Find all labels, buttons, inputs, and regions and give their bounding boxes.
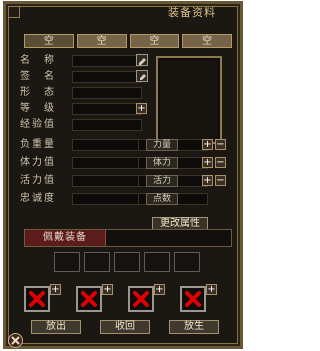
- label-load: 负重量: [20, 139, 56, 150]
- skill-slot-1: +: [24, 284, 61, 312]
- free-button[interactable]: 放生: [169, 320, 219, 334]
- skill-plus-button-3[interactable]: +: [154, 284, 165, 295]
- level-plus-button[interactable]: +: [136, 103, 147, 114]
- equip-slot-2[interactable]: [84, 252, 110, 272]
- skill-plus-button-4[interactable]: +: [206, 284, 217, 295]
- x-icon[interactable]: [76, 286, 102, 312]
- equip-slot-4[interactable]: [144, 252, 170, 272]
- pet-info-panel: 装备资料 空 空 空 空 名 称 签 名 形 态 等 级 + 经验值 负重量 力…: [3, 1, 243, 349]
- equip-slot-5[interactable]: [174, 252, 200, 272]
- pet-portrait-frame: [156, 56, 222, 144]
- recall-button[interactable]: 收回: [100, 320, 150, 334]
- close-icon[interactable]: [8, 333, 23, 348]
- pencil-icon[interactable]: [136, 54, 148, 66]
- skill-plus-button-2[interactable]: +: [102, 284, 113, 295]
- equip-bar: 佩戴装备: [24, 229, 232, 247]
- row-load: 负重量 力量 + −: [20, 138, 226, 152]
- strength-plus-button[interactable]: +: [202, 139, 213, 150]
- label-name: 名 称: [20, 55, 56, 66]
- strength-minus-button[interactable]: −: [215, 139, 226, 150]
- label-level: 等 级: [20, 103, 56, 114]
- release-button[interactable]: 放出: [31, 320, 81, 334]
- equip-tab[interactable]: 佩戴装备: [25, 230, 106, 246]
- skill-slot-2: +: [76, 284, 113, 312]
- exp-field: [72, 119, 142, 131]
- label-stamina: 体力值: [20, 157, 56, 168]
- tab-1[interactable]: 空: [24, 34, 74, 48]
- load-field: [72, 139, 142, 151]
- form-field: [72, 87, 142, 99]
- tabs: 空 空 空 空: [24, 34, 232, 48]
- label-loyalty: 忠诚度: [20, 193, 56, 204]
- x-icon[interactable]: [128, 286, 154, 312]
- x-icon[interactable]: [24, 286, 50, 312]
- signature-field: [72, 71, 142, 83]
- skill-plus-button-1[interactable]: +: [50, 284, 61, 295]
- vitality-minus-button[interactable]: −: [215, 175, 226, 186]
- name-field: [72, 55, 142, 67]
- level-field: [72, 103, 142, 115]
- row-stamina: 体力值 体力 + −: [20, 156, 226, 170]
- label-signature: 签 名: [20, 71, 56, 82]
- row-vitality: 活力值 活力 + −: [20, 174, 226, 188]
- points-chip: 点数: [146, 193, 178, 205]
- strength-chip: 力量: [146, 139, 178, 151]
- window-title: 装备资料: [168, 6, 216, 19]
- label-vitality: 活力值: [20, 175, 56, 186]
- tab-4[interactable]: 空: [182, 34, 232, 48]
- vitality-field: [72, 175, 142, 187]
- equip-slot-1[interactable]: [54, 252, 80, 272]
- vitality-chip: 活力: [146, 175, 178, 187]
- label-form: 形 态: [20, 87, 56, 98]
- top-left-ornament-icon: [8, 6, 20, 18]
- row-loyalty: 忠诚度 点数: [20, 192, 220, 206]
- label-exp: 经验值: [20, 119, 56, 130]
- skill-slot-4: +: [180, 284, 217, 312]
- edit-icon[interactable]: [136, 70, 148, 82]
- vitality-plus-button[interactable]: +: [202, 175, 213, 186]
- stamina-chip: 体力: [146, 157, 178, 169]
- equip-slot-3[interactable]: [114, 252, 140, 272]
- skill-slot-3: +: [128, 284, 165, 312]
- x-icon[interactable]: [180, 286, 206, 312]
- tab-2[interactable]: 空: [76, 34, 127, 48]
- stamina-field: [72, 157, 142, 169]
- stamina-minus-button[interactable]: −: [215, 157, 226, 168]
- tab-3[interactable]: 空: [129, 34, 180, 48]
- loyalty-field: [72, 193, 142, 205]
- equipment-slots: [54, 252, 200, 272]
- stamina-plus-button[interactable]: +: [202, 157, 213, 168]
